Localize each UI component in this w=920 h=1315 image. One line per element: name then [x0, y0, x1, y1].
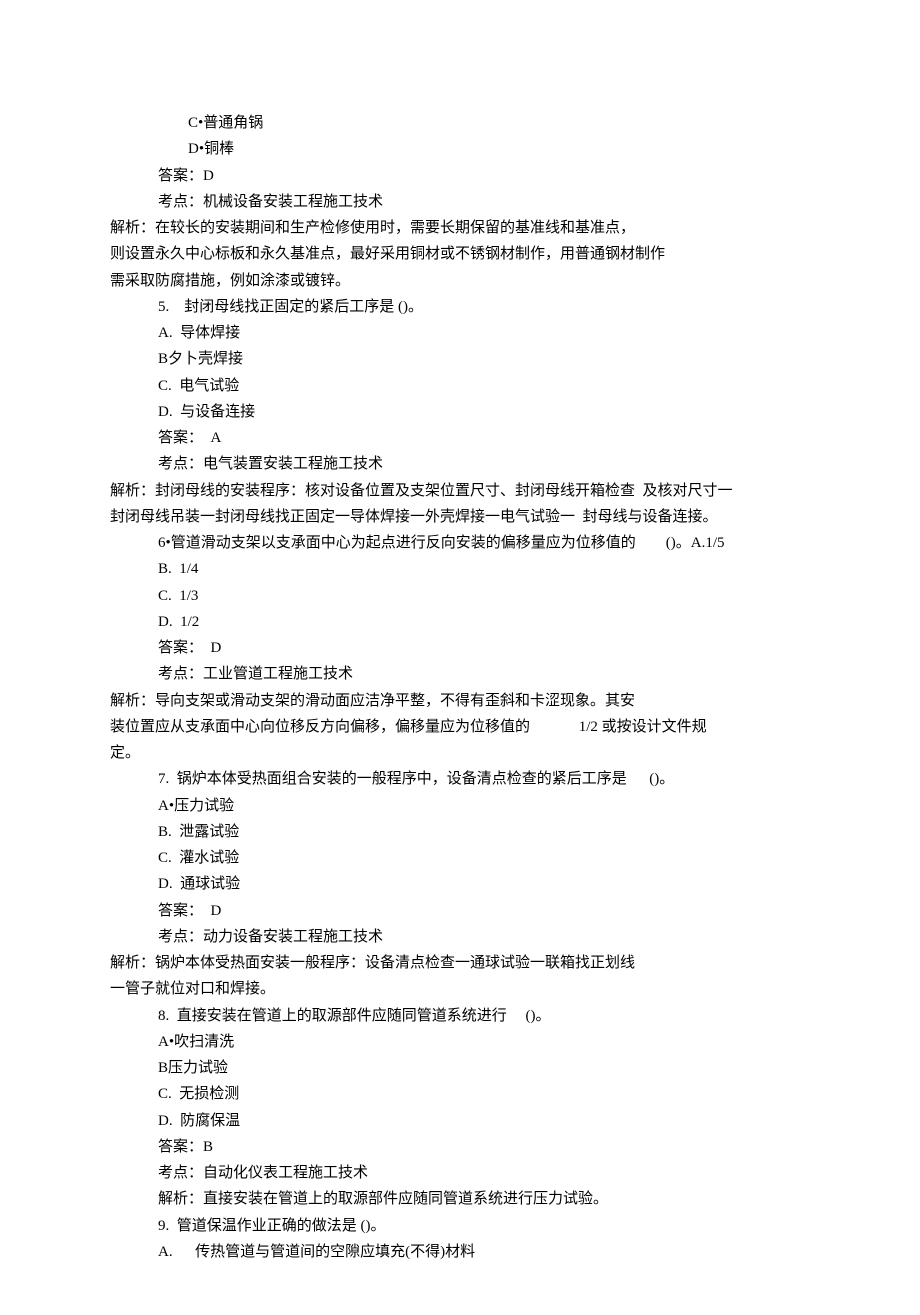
text-line: A•压力试验 — [110, 793, 810, 819]
text-line: 8. 直接安装在管道上的取源部件应随同管道系统进行 ()。 — [110, 1003, 810, 1029]
text-line: D. 通球试验 — [110, 871, 810, 897]
text-line: 答案： A — [110, 425, 810, 451]
text-line: 解析：封闭母线的安装程序：核对设备位置及支架位置尺寸、封闭母线开箱检查 及核对尺… — [110, 478, 810, 504]
text-line: C. 灌水试验 — [110, 845, 810, 871]
text-line: C. 电气试验 — [110, 373, 810, 399]
text-line: 解析：导向支架或滑动支架的滑动面应洁净平整，不得有歪斜和卡涩现象。其安 — [110, 688, 810, 714]
text-line: 解析：在较长的安装期间和生产检修使用时，需要长期保留的基准线和基准点， — [110, 215, 810, 241]
text-line: 7. 锅炉本体受热面组合安装的一般程序中，设备清点检查的紧后工序是 ()。 — [110, 766, 810, 792]
text-line: A. 导体焊接 — [110, 320, 810, 346]
document-body: C•普通角锅D•铜棒答案：D考点：机械设备安装工程施工技术解析：在较长的安装期间… — [110, 110, 810, 1265]
text-line: 答案： D — [110, 898, 810, 924]
text-line: 需采取防腐措施，例如涂漆或镀锌。 — [110, 268, 810, 294]
text-line: 考点：机械设备安装工程施工技术 — [110, 189, 810, 215]
text-line: 一管子就位对口和焊接。 — [110, 976, 810, 1002]
text-line: B. 泄露试验 — [110, 819, 810, 845]
text-line: 解析：直接安装在管道上的取源部件应随同管道系统进行压力试验。 — [110, 1186, 810, 1212]
text-line: D. 1/2 — [110, 609, 810, 635]
text-line: 则设置永久中心标板和永久基准点，最好采用铜材或不锈钢材制作，用普通钢材制作 — [110, 241, 810, 267]
text-line: B压力试验 — [110, 1055, 810, 1081]
text-line: C•普通角锅 — [110, 110, 810, 136]
text-line: A•吹扫清洗 — [110, 1029, 810, 1055]
text-line: 5. 封闭母线找正固定的紧后工序是 ()。 — [110, 294, 810, 320]
text-line: D. 防腐保温 — [110, 1108, 810, 1134]
text-line: A. 传热管道与管道间的空隙应填充(不得)材料 — [110, 1239, 810, 1265]
text-line: D. 与设备连接 — [110, 399, 810, 425]
text-line: C. 无损检测 — [110, 1081, 810, 1107]
text-line: 装位置应从支承面中心向位移反方向偏移，偏移量应为位移值的 1/2 或按设计文件规 — [110, 714, 810, 740]
text-line: 考点：工业管道工程施工技术 — [110, 661, 810, 687]
text-line: 解析：锅炉本体受热面安装一般程序：设备清点检查一通球试验一联箱找正划线 — [110, 950, 810, 976]
text-line: 考点：动力设备安装工程施工技术 — [110, 924, 810, 950]
text-line: 答案： D — [110, 635, 810, 661]
text-line: 答案：B — [110, 1134, 810, 1160]
text-line: 封闭母线吊装一封闭母线找正固定一导体焊接一外壳焊接一电气试验一 封母线与设备连接… — [110, 504, 810, 530]
text-line: B夕卜壳焊接 — [110, 346, 810, 372]
text-line: 答案：D — [110, 163, 810, 189]
text-line: D•铜棒 — [110, 136, 810, 162]
text-line: C. 1/3 — [110, 583, 810, 609]
text-line: 考点：电气装置安装工程施工技术 — [110, 451, 810, 477]
text-line: 考点：自动化仪表工程施工技术 — [110, 1160, 810, 1186]
text-line: 6•管道滑动支架以支承面中心为起点进行反向安装的偏移量应为位移值的 ()。A.1… — [110, 530, 810, 556]
text-line: 9. 管道保温作业正确的做法是 ()。 — [110, 1213, 810, 1239]
text-line: B. 1/4 — [110, 556, 810, 582]
text-line: 定。 — [110, 740, 810, 766]
